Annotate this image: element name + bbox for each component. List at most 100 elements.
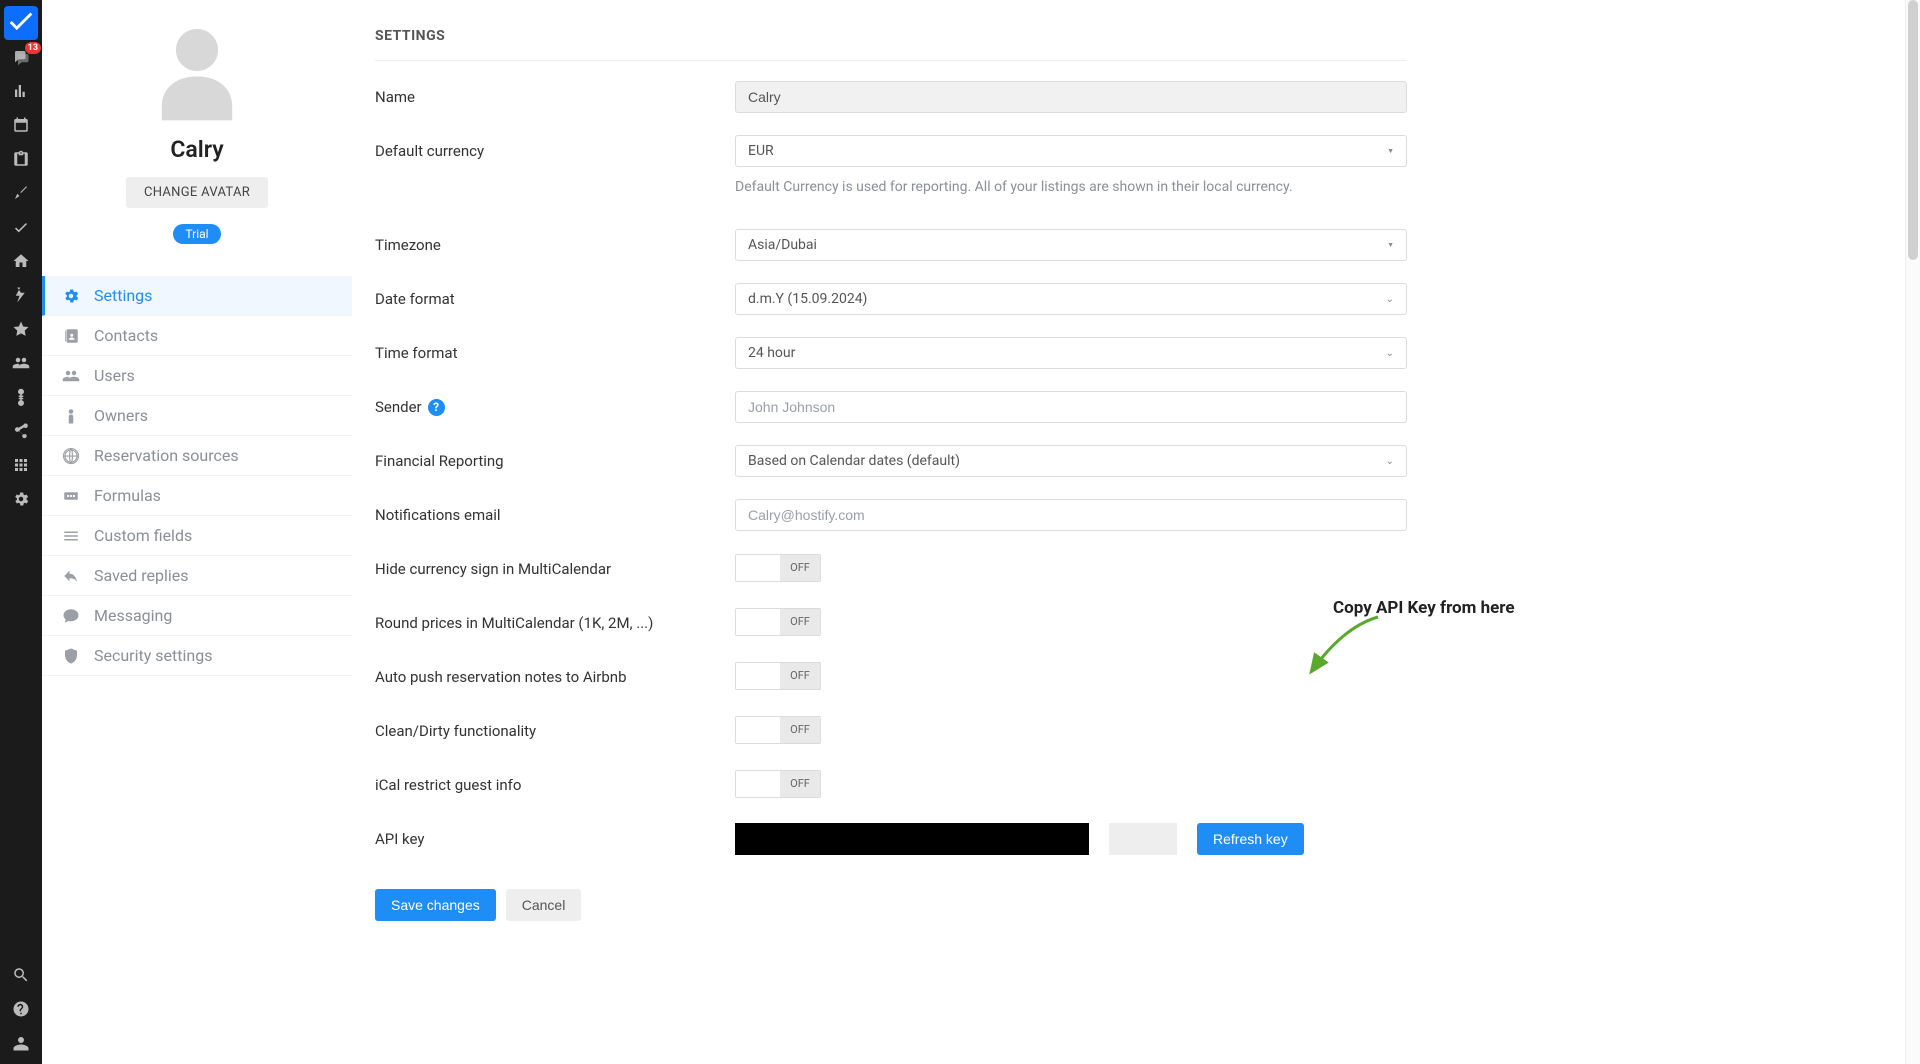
toggle-label: OFF [780, 663, 820, 689]
helper-currency: Default Currency is used for reporting. … [735, 179, 1407, 195]
rail-clean[interactable] [0, 176, 42, 210]
sidenav-label: Security settings [94, 646, 212, 665]
refresh-key-button[interactable]: Refresh key [1197, 823, 1304, 855]
label-clean-dirty: Clean/Dirty functionality [375, 722, 735, 740]
rail-calendar[interactable] [0, 108, 42, 142]
sidenav-label: Formulas [94, 486, 161, 505]
select-timezone[interactable]: Asia/Dubai ▼ [735, 229, 1407, 261]
sidenav-settings[interactable]: Settings [42, 276, 352, 316]
select-time-format[interactable]: 24 hour ⌄ [735, 337, 1407, 369]
rail-reviews[interactable] [0, 312, 42, 346]
sidenav-users[interactable]: Users [42, 356, 352, 396]
content: SETTINGS Name Default currency EUR ▼ Def… [375, 0, 1435, 961]
label-financial: Financial Reporting [375, 452, 735, 470]
label-timezone: Timezone [375, 236, 735, 254]
form-buttons: Save changes Cancel [375, 889, 1407, 921]
input-name[interactable] [735, 81, 1407, 113]
scrollbar-thumb[interactable] [1908, 0, 1918, 260]
row-currency: Default currency EUR ▼ [375, 129, 1407, 173]
profile-section: Calry CHANGE AVATAR Trial [42, 22, 352, 244]
sidenav-label: Saved replies [94, 566, 188, 585]
rail-guests[interactable] [0, 346, 42, 380]
sidenav-custom-fields[interactable]: Custom fields [42, 516, 352, 556]
toggle-auto-push[interactable]: OFF [735, 662, 821, 690]
select-financial[interactable]: Based on Calendar dates (default) ⌄ [735, 445, 1407, 477]
sidenav-owners[interactable]: Owners [42, 396, 352, 436]
toggle-round-prices[interactable]: OFF [735, 608, 821, 636]
sidenav-saved-replies[interactable]: Saved replies [42, 556, 352, 596]
input-sender[interactable] [735, 391, 1407, 423]
chevron-down-icon: ⌄ [1386, 348, 1394, 359]
toggle-clean-dirty[interactable]: OFF [735, 716, 821, 744]
row-notif-email: Notifications email [375, 493, 1407, 537]
row-name: Name [375, 75, 1407, 119]
row-ical-restrict: iCal restrict guest info OFF [375, 763, 1407, 807]
toggle-label: OFF [780, 771, 820, 797]
rail-share[interactable] [0, 414, 42, 448]
sidenav-reservation-sources[interactable]: Reservation sources [42, 436, 352, 476]
label-time-format: Time format [375, 344, 735, 362]
input-notif-email[interactable] [735, 499, 1407, 531]
left-rail: 13 [0, 0, 42, 1064]
sidenav-contacts[interactable]: Contacts [42, 316, 352, 356]
rail-tasks[interactable] [0, 210, 42, 244]
side-nav: Settings Contacts Users Owners Reservati… [42, 276, 352, 676]
row-sender: Sender ? [375, 385, 1407, 429]
select-value: Asia/Dubai [748, 237, 817, 253]
row-date-format: Date format d.m.Y (15.09.2024) ⌄ [375, 277, 1407, 321]
rail-search[interactable] [0, 958, 42, 992]
rail-help[interactable] [0, 992, 42, 1026]
rail-settings[interactable] [0, 482, 42, 516]
page-title: SETTINGS [375, 28, 1407, 61]
rail-clipboard[interactable] [0, 142, 42, 176]
api-key-spacer [1109, 823, 1177, 855]
select-date-format[interactable]: d.m.Y (15.09.2024) ⌄ [735, 283, 1407, 315]
chevron-down-icon: ⌄ [1386, 456, 1394, 467]
label-ical-restrict: iCal restrict guest info [375, 776, 735, 794]
sidenav-label: Custom fields [94, 526, 192, 545]
rail-analytics[interactable] [0, 74, 42, 108]
save-button[interactable]: Save changes [375, 889, 496, 921]
change-avatar-button[interactable]: CHANGE AVATAR [126, 177, 268, 208]
label-name: Name [375, 88, 735, 106]
toggle-label: OFF [780, 555, 820, 581]
label-currency: Default currency [375, 142, 735, 160]
rail-chat[interactable]: 13 [0, 40, 42, 74]
vertical-scrollbar[interactable] [1905, 0, 1920, 1064]
label-round-prices: Round prices in MultiCalendar (1K, 2M, .… [375, 614, 735, 632]
rail-apps[interactable] [0, 448, 42, 482]
row-financial: Financial Reporting Based on Calendar da… [375, 439, 1407, 483]
help-icon[interactable]: ? [428, 399, 445, 416]
chevron-down-icon: ⌄ [1386, 294, 1394, 305]
sidenav-messaging[interactable]: Messaging [42, 596, 352, 636]
row-auto-push: Auto push reservation notes to Airbnb OF… [375, 655, 1407, 699]
row-hide-currency: Hide currency sign in MultiCalendar OFF [375, 547, 1407, 591]
label-auto-push: Auto push reservation notes to Airbnb [375, 668, 735, 686]
profile-name: Calry [58, 136, 336, 163]
rail-payments[interactable] [0, 380, 42, 414]
sidenav-label: Contacts [94, 326, 158, 345]
toggle-ical-restrict[interactable]: OFF [735, 770, 821, 798]
trial-badge: Trial [173, 224, 220, 244]
toggle-hide-currency[interactable]: OFF [735, 554, 821, 582]
sidenav-label: Reservation sources [94, 446, 239, 465]
label-sender: Sender ? [375, 398, 735, 416]
select-value: d.m.Y (15.09.2024) [748, 291, 867, 307]
select-value: EUR [748, 143, 774, 159]
rail-home[interactable] [0, 244, 42, 278]
label-api-key: API key [375, 830, 735, 848]
app-logo[interactable] [4, 6, 38, 40]
sidenav-security-settings[interactable]: Security settings [42, 636, 352, 676]
toggle-knob [736, 663, 780, 689]
toggle-knob [736, 717, 780, 743]
toggle-knob [736, 555, 780, 581]
rail-profile[interactable] [0, 1026, 42, 1060]
sidenav-label: Messaging [94, 606, 172, 625]
cancel-button[interactable]: Cancel [506, 889, 582, 921]
toggle-label: OFF [780, 717, 820, 743]
sidenav-formulas[interactable]: Formulas [42, 476, 352, 516]
select-currency[interactable]: EUR ▼ [735, 135, 1407, 167]
row-time-format: Time format 24 hour ⌄ [375, 331, 1407, 375]
rail-automation[interactable] [0, 278, 42, 312]
api-key-value[interactable] [735, 823, 1089, 855]
